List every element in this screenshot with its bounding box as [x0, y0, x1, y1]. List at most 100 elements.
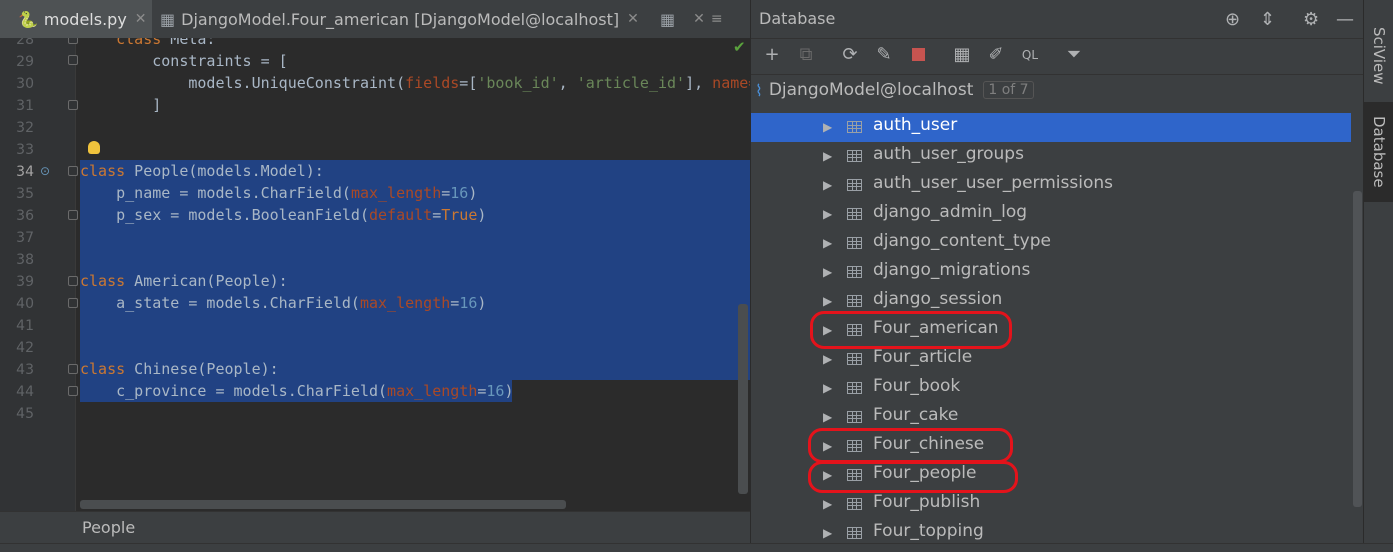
side-tab-label: Database	[1370, 116, 1388, 188]
tree-item-label: auth_user_groups	[873, 144, 1024, 164]
close-icon[interactable]: ✕	[627, 11, 639, 27]
tree-item-label: django_content_type	[873, 231, 1051, 251]
table-icon	[847, 121, 862, 133]
table-icon	[847, 237, 862, 249]
tree-item[interactable]: ▶ Four_topping	[751, 519, 1351, 543]
minimize-icon[interactable]: —	[1336, 9, 1354, 30]
line-number: 38	[16, 252, 34, 268]
fold-marker[interactable]	[68, 386, 78, 396]
panel-header: Database ⊕ ⇕ ⚙ —	[751, 0, 1364, 39]
line-number: 37	[16, 230, 34, 246]
expand-arrow-icon[interactable]: ▶	[823, 352, 832, 366]
expand-arrow-icon[interactable]: ▶	[823, 497, 832, 511]
table-icon: ▦	[660, 9, 676, 29]
gear-icon[interactable]: ⚙	[1303, 9, 1319, 30]
line-number: 35	[16, 186, 34, 202]
fold-marker[interactable]	[68, 100, 78, 110]
schema-badge[interactable]: 1 of 7	[983, 81, 1034, 99]
crosshair-icon[interactable]: ⊕	[1225, 9, 1240, 30]
collapse-icon[interactable]: ⇕	[1260, 9, 1275, 30]
fold-marker[interactable]	[68, 166, 78, 176]
table-icon	[847, 411, 862, 423]
line-number: 30	[16, 76, 34, 92]
tab-models-py[interactable]: 🐍 models.py ✕	[0, 0, 152, 38]
tab-database[interactable]: Database	[1364, 102, 1393, 202]
code-editor[interactable]: 28 29 30 31 32 33 34 35 36 37 38 39 40 4…	[0, 38, 750, 511]
expand-arrow-icon[interactable]: ▶	[823, 381, 832, 395]
table-icon	[847, 498, 862, 510]
code-line: models.UniqueConstraint(fields=['book_id…	[80, 74, 750, 92]
tree-item-label: Four_topping	[873, 521, 984, 541]
expand-arrow-icon[interactable]: ▶	[823, 410, 832, 424]
table-view-icon[interactable]: ▦	[951, 44, 973, 66]
datasource-node[interactable]: ⌇ DjangoModel@localhost 1 of 7	[755, 77, 1175, 103]
fold-marker[interactable]	[68, 38, 78, 44]
expand-arrow-icon[interactable]: ▶	[823, 207, 832, 221]
sql-console-icon[interactable]: QL	[1019, 44, 1041, 66]
database-tree[interactable]: auth_permission ⌇ DjangoModel@localhost …	[751, 75, 1364, 543]
fold-marker[interactable]	[68, 364, 78, 374]
tab-overflow-icon[interactable]: ≡	[711, 11, 723, 27]
breadcrumb[interactable]: People	[82, 518, 135, 537]
tree-item-label: auth_user	[873, 115, 958, 135]
line-gutter: 28 29 30 31 32 33 34 35 36 37 38 39 40 4…	[0, 38, 78, 511]
expand-arrow-icon[interactable]: ▶	[823, 120, 832, 134]
tree-item[interactable]: ▶ django_admin_log	[751, 200, 1351, 229]
close-icon[interactable]: ✕	[135, 11, 147, 27]
line-number: 42	[16, 340, 34, 356]
tree-item[interactable]: ▶ Four_article	[751, 345, 1351, 374]
close-icon[interactable]: ✕	[693, 11, 705, 27]
table-icon	[847, 208, 862, 220]
properties-icon[interactable]: ✎	[873, 44, 895, 66]
stop-icon[interactable]	[907, 44, 929, 66]
code-line: p_sex = models.BooleanField(default=True…	[80, 206, 487, 224]
vertical-scrollbar[interactable]	[738, 304, 748, 494]
lightbulb-icon[interactable]	[88, 141, 100, 154]
expand-arrow-icon[interactable]: ▶	[823, 526, 832, 540]
expand-arrow-icon[interactable]: ▶	[823, 178, 832, 192]
line-number: 39	[16, 274, 34, 290]
line-number: 34	[16, 164, 34, 180]
fold-marker[interactable]	[68, 55, 78, 65]
tree-item[interactable]: ▶ django_content_type	[751, 229, 1351, 258]
datasource-label: DjangoModel@localhost	[768, 80, 974, 100]
tab-four-american[interactable]: ▦ DjangoModel.Four_american [DjangoModel…	[152, 0, 648, 38]
tree-item-label: django_admin_log	[873, 202, 1028, 222]
implemented-marker-icon[interactable]: ⊙	[40, 164, 50, 178]
line-number: 29	[16, 54, 34, 70]
refresh-icon[interactable]: ⟳	[839, 44, 861, 66]
tree-item[interactable]: ▶ auth_user_groups	[751, 142, 1351, 171]
line-number: 41	[16, 318, 34, 334]
expand-arrow-icon[interactable]: ▶	[823, 236, 832, 250]
filter-icon[interactable]: ⏷	[1063, 44, 1085, 66]
expand-arrow-icon[interactable]: ▶	[823, 149, 832, 163]
tree-item-label: auth_user_user_permissions	[873, 173, 1113, 193]
table-icon: ▦	[160, 9, 176, 29]
line-number: 40	[16, 296, 34, 312]
database-toolbar: + ⧉ ⟳ ✎ ▦ ✐ QL ⏷	[751, 38, 1364, 75]
tree-item-auth-user[interactable]: ▶ auth_user	[751, 113, 1351, 142]
expand-arrow-icon[interactable]: ▶	[823, 294, 832, 308]
tab-table[interactable]: ▦ ✕ ≡	[648, 0, 750, 38]
tree-item-label: Four_cake	[873, 405, 959, 425]
line-number: 44	[16, 384, 34, 400]
edit-icon[interactable]: ✐	[985, 44, 1007, 66]
highlight-circle-four-people	[808, 461, 1018, 493]
tree-item-label: Four_book	[873, 376, 961, 396]
side-tab-label: SciView	[1370, 27, 1388, 85]
tab-sciview[interactable]: SciView	[1364, 20, 1393, 92]
add-icon[interactable]: +	[761, 44, 783, 66]
fold-marker[interactable]	[68, 276, 78, 286]
code-line: class Chinese(People):	[80, 360, 279, 378]
fold-marker[interactable]	[68, 210, 78, 220]
tree-scrollbar[interactable]	[1353, 191, 1362, 507]
tree-item-label: Four_article	[873, 347, 973, 367]
tree-item[interactable]: ▶ django_migrations	[751, 258, 1351, 287]
tree-item[interactable]: ▶ auth_user_user_permissions	[751, 171, 1351, 200]
expand-arrow-icon[interactable]: ▶	[823, 265, 832, 279]
tree-item[interactable]: ▶ Four_publish	[751, 490, 1351, 519]
horizontal-scrollbar[interactable]	[80, 500, 566, 509]
tree-item[interactable]: ▶ Four_book	[751, 374, 1351, 403]
fold-marker[interactable]	[68, 298, 78, 308]
copy-icon[interactable]: ⧉	[795, 44, 817, 66]
